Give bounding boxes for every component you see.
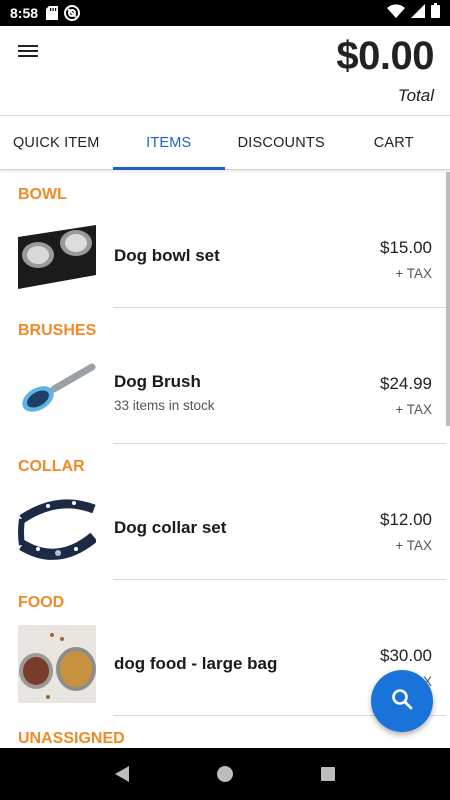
item-thumbnail — [18, 625, 96, 703]
item-price: $12.00 — [380, 510, 432, 529]
list-item-dog-brush[interactable]: Dog Brush 33 items in stock $24.99 + TAX — [0, 340, 446, 444]
tab-bar: QUICK ITEM ITEMS DISCOUNTS CART — [0, 117, 450, 170]
recents-icon[interactable] — [308, 754, 348, 794]
total-label: Total — [397, 86, 434, 105]
item-thumbnail — [18, 489, 96, 567]
item-name: Dog Brush — [114, 371, 201, 391]
tab-items[interactable]: ITEMS — [112, 117, 226, 170]
section-bowl: BOWL Dog bowl set $15.00 + TAX — [0, 172, 446, 308]
item-name: dog food - large bag — [114, 654, 278, 673]
item-tax-label: + TAX — [395, 402, 432, 417]
home-icon[interactable] — [205, 754, 245, 794]
section-header: COLLAR — [18, 458, 85, 475]
wifi-icon — [387, 3, 405, 23]
item-name: Dog collar set — [114, 518, 227, 537]
list-item-dog-bowl-set[interactable]: Dog bowl set $15.00 + TAX — [0, 204, 446, 308]
header: $0.00 Total — [0, 26, 450, 116]
sd-card-icon — [46, 6, 59, 20]
status-time: 8:58 — [10, 5, 39, 21]
tab-cart[interactable]: CART — [338, 117, 450, 169]
item-price: $15.00 — [380, 238, 432, 257]
hamburger-menu-icon[interactable] — [16, 42, 40, 66]
item-list[interactable]: BOWL Dog bowl set $15.00 + TAX BRUSHES D… — [0, 172, 446, 748]
status-bar: 8:58 — [0, 0, 450, 26]
system-nav-bar — [0, 748, 450, 800]
section-header: BRUSHES — [18, 322, 97, 339]
battery-icon — [431, 3, 440, 23]
tab-discounts[interactable]: DISCOUNTS — [225, 117, 338, 169]
signal-icon — [411, 3, 425, 23]
tab-quick-item[interactable]: QUICK ITEM — [0, 117, 113, 169]
section-collar: COLLAR Dog collar set $12.00 + TAX — [0, 444, 446, 580]
total-amount: $0.00 — [336, 34, 434, 78]
item-price: $30.00 — [380, 646, 432, 665]
list-item-dog-collar-set[interactable]: Dog collar set $12.00 + TAX — [0, 476, 446, 580]
section-header: FOOD — [18, 594, 65, 611]
search-fab-button[interactable] — [371, 670, 433, 732]
section-brushes: BRUSHES Dog Brush 33 items in stock $24.… — [0, 308, 446, 444]
back-icon[interactable] — [102, 754, 142, 794]
item-tax-label: + TAX — [395, 538, 432, 553]
item-stock: 33 items in stock — [114, 397, 215, 413]
item-thumbnail — [18, 353, 96, 431]
section-header: BOWL — [18, 186, 67, 203]
at-sign-icon — [64, 5, 81, 21]
scrollbar[interactable] — [446, 172, 450, 426]
item-name: Dog bowl set — [114, 246, 220, 265]
item-tax-label: + TAX — [395, 266, 432, 281]
search-icon — [390, 687, 414, 716]
item-price: $24.99 — [380, 374, 432, 393]
item-thumbnail — [18, 217, 96, 295]
